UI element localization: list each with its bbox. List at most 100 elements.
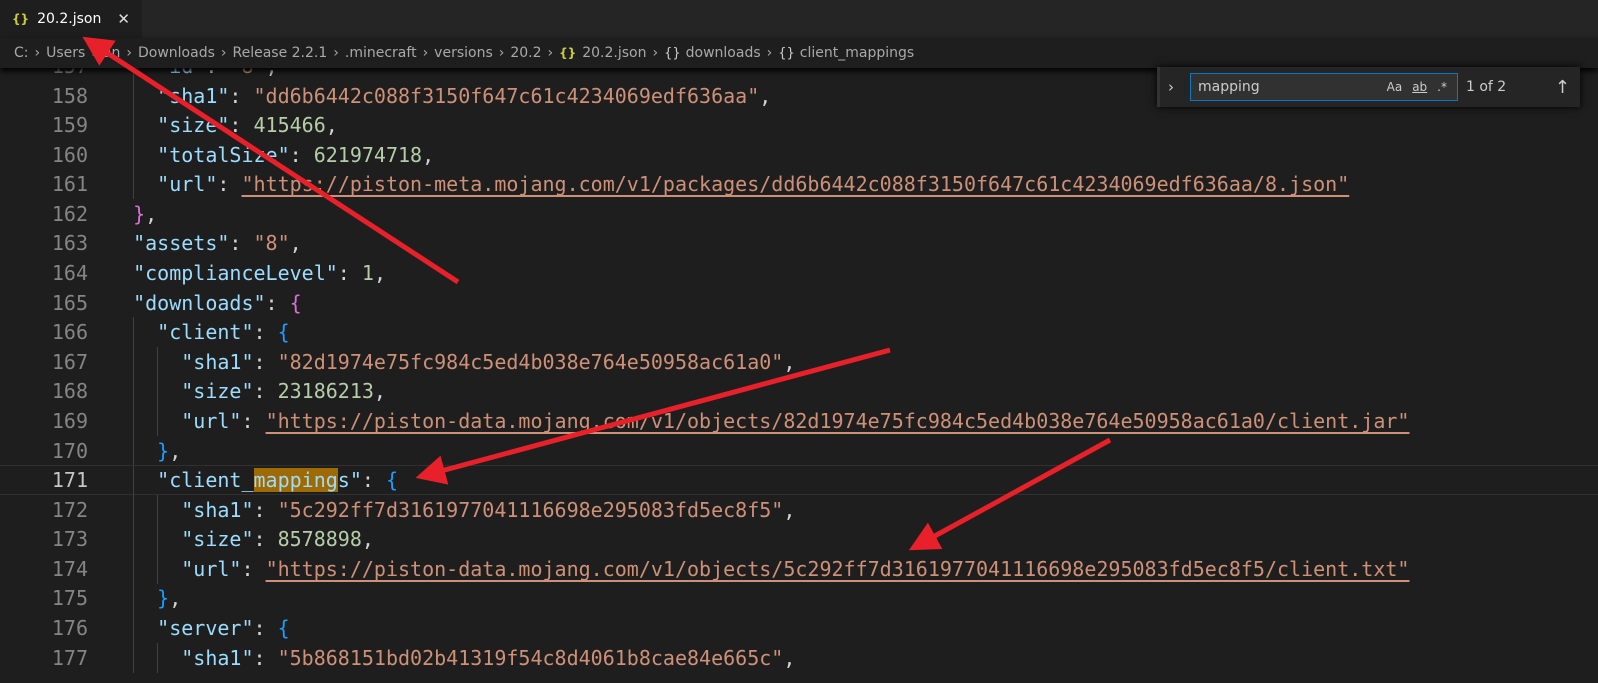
code-token: "82d1974e75fc984c5ed4b038e764e50958ac61a…: [277, 349, 784, 374]
code-token: :: [229, 231, 254, 256]
indent-guide: [133, 524, 135, 555]
code-line[interactable]: 173 "size": 8578898,: [0, 524, 1598, 555]
line-number: 163: [51, 231, 88, 256]
arrow-up-icon[interactable]: ↑: [1555, 77, 1570, 98]
code-line[interactable]: 160 "totalSize": 621974718,: [0, 139, 1598, 170]
code-token: :: [253, 645, 278, 670]
code-token: "sha1": [157, 83, 230, 108]
indent-guide: [157, 642, 159, 673]
chevron-right-icon: ›: [220, 45, 227, 61]
code-line[interactable]: 168 "size": 23186213,: [0, 376, 1598, 407]
regex-button[interactable]: .*: [1437, 80, 1447, 94]
code-text: "sha1": "82d1974e75fc984c5ed4b038e764e50…: [109, 347, 795, 377]
indent-guide: [133, 139, 135, 170]
indent-guide: [157, 346, 159, 377]
code-line[interactable]: 162 },: [0, 199, 1598, 229]
code-token: :: [253, 349, 278, 374]
code-token: "client": [157, 320, 254, 345]
code-text: "url": "https://piston-data.mojang.com/v…: [109, 406, 1409, 436]
code-token: "totalSize": [157, 142, 290, 167]
toggle-replace-chevron-icon[interactable]: ›: [1168, 78, 1184, 96]
chevron-right-icon: ›: [498, 45, 505, 61]
code-token: "url": [181, 408, 242, 433]
indent-guide: [133, 583, 135, 614]
breadcrumb-item[interactable]: Downloads: [138, 45, 215, 61]
breadcrumb-item[interactable]: versions: [434, 45, 493, 61]
code-line[interactable]: 167 "sha1": "82d1974e75fc984c5ed4b038e76…: [0, 346, 1598, 377]
code-line[interactable]: 170 },: [0, 435, 1598, 466]
code-line[interactable]: 166 "client": {: [0, 317, 1598, 348]
code-token: :: [253, 320, 278, 345]
indent-guide: [157, 376, 159, 407]
chevron-right-icon: ›: [333, 45, 339, 61]
code-text: "client_mappings": {: [109, 466, 398, 494]
breadcrumb-item[interactable]: C:: [14, 45, 29, 61]
indent-guide: [157, 494, 159, 525]
match-case-button[interactable]: Aa: [1387, 80, 1403, 94]
breadcrumb-item[interactable]: downloads: [686, 45, 761, 61]
code-line[interactable]: 175 },: [0, 583, 1598, 614]
code-line[interactable]: 163 "assets": "8",: [0, 228, 1598, 258]
find-input[interactable]: mapping Aa ab .*: [1190, 73, 1458, 101]
breadcrumb-item[interactable]: Release 2.2.1: [233, 45, 328, 61]
code-line[interactable]: 176 "server": {: [0, 613, 1598, 644]
breadcrumb-item[interactable]: Users: [46, 45, 85, 61]
code-token: "https://piston-meta.mojang.com/v1/packa…: [241, 172, 1350, 197]
whole-word-button[interactable]: ab: [1412, 80, 1427, 94]
code-line[interactable]: 177 "sha1": "5b868151bd02b41319f54c8d406…: [0, 642, 1598, 673]
code-text: "server": {: [109, 613, 289, 643]
code-token: s": [337, 468, 362, 493]
chevron-right-icon: ›: [652, 45, 659, 61]
code-token: ,: [361, 527, 374, 552]
find-input-value[interactable]: mapping: [1198, 79, 1387, 95]
close-icon[interactable]: ✕: [117, 10, 130, 28]
code-text: "sha1": "5b868151bd02b41319f54c8d4061b8c…: [109, 643, 795, 673]
breadcrumb-item[interactable]: an: [103, 45, 120, 61]
code-token: "8": [253, 231, 290, 256]
indent-guide: [133, 553, 135, 584]
code-token: ,: [325, 113, 338, 138]
line-number: 167: [51, 349, 88, 374]
code-text: "url": "https://piston-meta.mojang.com/v…: [109, 169, 1349, 199]
code-token: "complianceLevel": [133, 261, 338, 286]
indent-guide: [133, 642, 135, 673]
code-token: "sha1": [181, 497, 254, 522]
code-token: "5b868151bd02b41319f54c8d4061b8cae84e665…: [277, 645, 784, 670]
code-text: "size": 415466,: [109, 110, 338, 140]
indent-guide: [157, 405, 159, 436]
code-token: ,: [759, 83, 772, 108]
code-line[interactable]: 165 "downloads": {: [0, 288, 1598, 318]
indent-guide: [133, 435, 135, 466]
code-line[interactable]: 161 "url": "https://piston-meta.mojang.c…: [0, 169, 1598, 200]
code-text: },: [109, 436, 181, 466]
line-number: 158: [51, 83, 88, 108]
line-number: 168: [51, 379, 88, 404]
indent-guide: [133, 466, 135, 497]
code-line[interactable]: 171 "client_mappings": {: [0, 465, 1598, 497]
tab-label: 20.2.json: [37, 11, 102, 27]
code-token: :: [253, 497, 278, 522]
line-number: 174: [51, 556, 88, 581]
code-editor[interactable]: 157 "id": "8",158 "sha1": "dd6b6442c088f…: [0, 51, 1598, 683]
line-number: 175: [51, 586, 88, 611]
breadcrumb-item[interactable]: 20.2: [510, 45, 541, 61]
line-number: 170: [51, 438, 88, 463]
tab-20-2-json[interactable]: {} 20.2.json ✕: [0, 0, 142, 38]
indent-guide: [133, 405, 135, 436]
breadcrumb-item[interactable]: client_mappings: [800, 45, 914, 61]
code-line[interactable]: 174 "url": "https://piston-data.mojang.c…: [0, 553, 1598, 584]
code-line[interactable]: 172 "sha1": "5c292ff7d3161977041116698e2…: [0, 494, 1598, 525]
code-line[interactable]: 164 "complianceLevel": 1,: [0, 258, 1598, 288]
code-token: }: [157, 438, 170, 463]
code-line[interactable]: 159 "size": 415466,: [0, 110, 1598, 141]
code-text: },: [109, 583, 181, 613]
code-text: "size": 23186213,: [109, 376, 386, 406]
code-line[interactable]: 169 "url": "https://piston-data.mojang.c…: [0, 405, 1598, 436]
breadcrumb-item[interactable]: .minecraft: [345, 45, 417, 61]
code-token: "https://piston-data.mojang.com/v1/objec…: [265, 556, 1410, 581]
breadcrumb-item[interactable]: 20.2.json: [582, 45, 646, 61]
